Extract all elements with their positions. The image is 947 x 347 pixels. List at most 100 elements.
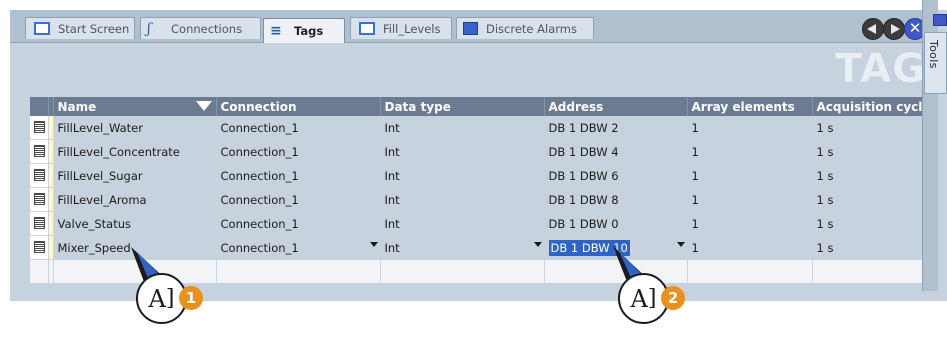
cell-data-type[interactable]: Int bbox=[380, 163, 545, 188]
cell-connection[interactable]: Connection_1 bbox=[216, 139, 381, 164]
table-row[interactable]: Valve_Status Connection_1 Int DB 1 DBW 0… bbox=[30, 211, 933, 236]
tab-label: Discrete Alarms bbox=[486, 21, 577, 36]
cell-name[interactable]: FillLevel_Sugar bbox=[53, 163, 217, 188]
dropdown-value: Int bbox=[384, 240, 400, 255]
column-header-array-elements[interactable]: Array elements bbox=[687, 97, 813, 116]
chevron-down-icon[interactable] bbox=[533, 242, 542, 247]
step-badge: 1 bbox=[179, 286, 203, 310]
cell-data-type[interactable]: Int bbox=[380, 187, 545, 212]
cell-array-elements[interactable]: 1 bbox=[687, 139, 813, 164]
cell-acquisition-cycle[interactable]: 1 s bbox=[812, 116, 933, 140]
chevron-down-icon[interactable] bbox=[369, 242, 378, 247]
chevron-down-icon[interactable] bbox=[676, 242, 685, 247]
empty-cell bbox=[30, 259, 49, 284]
table-row[interactable]: FillLevel_Water Connection_1 Int DB 1 DB… bbox=[30, 116, 933, 140]
connections-icon: ʃ bbox=[147, 20, 151, 37]
sort-descending-icon[interactable] bbox=[195, 101, 212, 111]
cell-data-type[interactable]: Int bbox=[380, 139, 545, 164]
cell-name[interactable]: FillLevel_Aroma bbox=[53, 187, 217, 212]
cell-address[interactable]: DB 1 DBW 6 bbox=[544, 163, 688, 188]
cell-name[interactable]: FillLevel_Water bbox=[53, 116, 217, 140]
table-row[interactable]: FillLevel_Sugar Connection_1 Int DB 1 DB… bbox=[30, 163, 933, 188]
column-header-label: Name bbox=[57, 99, 97, 114]
tab-tags[interactable]: ≡ Tags bbox=[263, 18, 345, 43]
cell-acquisition-cycle[interactable]: 1 s bbox=[812, 163, 933, 188]
tools-label: Tools bbox=[927, 40, 940, 69]
cell-acquisition-cycle[interactable]: 1 s bbox=[812, 211, 933, 236]
cell-acquisition-cycle[interactable]: 1 s bbox=[812, 139, 933, 164]
step-badge: 2 bbox=[661, 286, 685, 310]
tab-label: Tags bbox=[294, 24, 324, 38]
next-tab-button[interactable] bbox=[883, 18, 905, 40]
address-value-selected[interactable]: DB 1 DBW 10 bbox=[548, 239, 630, 256]
table-row[interactable]: FillLevel_Aroma Connection_1 Int DB 1 DB… bbox=[30, 187, 933, 212]
cell-connection[interactable]: Connection_1 bbox=[216, 163, 381, 188]
cell-connection[interactable]: Connection_1 bbox=[216, 187, 381, 212]
table-row[interactable]: FillLevel_Concentrate Connection_1 Int D… bbox=[30, 139, 933, 164]
cell-name[interactable]: Valve_Status bbox=[53, 211, 217, 236]
cell-name[interactable]: Mixer_Speed bbox=[53, 235, 217, 260]
alarm-icon bbox=[463, 22, 478, 35]
cell-connection[interactable]: Connection_1 bbox=[216, 116, 381, 140]
dropdown-value: Connection_1 bbox=[220, 240, 299, 255]
row-handle[interactable] bbox=[30, 211, 49, 236]
screen-icon bbox=[359, 22, 375, 35]
column-header-name[interactable]: Name bbox=[53, 97, 217, 116]
table-row-editing[interactable]: Mixer_Speed Connection_1 Int DB 1 DBW 10… bbox=[30, 235, 933, 260]
empty-cell[interactable] bbox=[380, 259, 545, 284]
dropdown-value: 1 s bbox=[816, 240, 834, 255]
empty-cell[interactable] bbox=[687, 259, 813, 284]
cell-name[interactable]: FillLevel_Concentrate bbox=[53, 139, 217, 164]
tab-discrete-alarms[interactable]: Discrete Alarms bbox=[456, 17, 594, 39]
tab-label: Connections bbox=[171, 21, 243, 36]
acquisition-cycle-dropdown[interactable]: 1 s bbox=[812, 235, 933, 260]
row-handle-header bbox=[30, 97, 49, 116]
row-handle[interactable] bbox=[30, 235, 49, 260]
cell-data-type[interactable]: Int bbox=[380, 211, 545, 236]
cell-array-elements[interactable]: 1 bbox=[687, 187, 813, 212]
tags-table: Name Connection Data type Address Array … bbox=[30, 97, 933, 284]
cell-address[interactable]: DB 1 DBW 0 bbox=[544, 211, 688, 236]
cell-array-elements[interactable]: 1 bbox=[687, 116, 813, 140]
empty-cell[interactable] bbox=[53, 259, 217, 284]
column-header-connection[interactable]: Connection bbox=[216, 97, 381, 116]
cell-array-elements[interactable]: 1 bbox=[687, 235, 813, 260]
cell-connection[interactable]: Connection_1 bbox=[216, 211, 381, 236]
tab-fill-levels[interactable]: Fill_Levels bbox=[350, 17, 452, 39]
empty-cell[interactable] bbox=[812, 259, 933, 284]
cell-array-elements[interactable]: 1 bbox=[687, 163, 813, 188]
tab-start-screen[interactable]: Start Screen bbox=[25, 17, 135, 39]
row-handle[interactable] bbox=[30, 139, 49, 164]
previous-tab-button[interactable] bbox=[862, 18, 884, 40]
table-header-row: Name Connection Data type Address Array … bbox=[30, 97, 933, 116]
cell-acquisition-cycle[interactable]: 1 s bbox=[812, 187, 933, 212]
tab-connections[interactable]: ʃ Connections bbox=[140, 17, 261, 39]
close-icon: ✕ bbox=[908, 19, 922, 37]
data-type-dropdown[interactable]: Int bbox=[380, 235, 545, 260]
cell-address[interactable]: DB 1 DBW 2 bbox=[544, 116, 688, 140]
row-handle[interactable] bbox=[30, 116, 49, 140]
address-dropdown[interactable]: DB 1 DBW 10 bbox=[544, 235, 688, 260]
tags-icon: ≡ bbox=[270, 23, 282, 39]
connection-dropdown[interactable]: Connection_1 bbox=[216, 235, 381, 260]
callout-glyph: A bbox=[148, 284, 166, 313]
tab-label: Fill_Levels bbox=[383, 21, 441, 36]
cell-address[interactable]: DB 1 DBW 4 bbox=[544, 139, 688, 164]
tag-row-icon bbox=[34, 169, 45, 181]
column-header-data-type[interactable]: Data type bbox=[380, 97, 545, 116]
cell-array-elements[interactable]: 1 bbox=[687, 211, 813, 236]
callout-glyph: A bbox=[630, 284, 648, 313]
pin-icon[interactable] bbox=[933, 14, 947, 26]
tag-row-icon bbox=[34, 145, 45, 157]
tag-row-icon bbox=[34, 217, 45, 229]
tags-editor-window: Start Screen ʃ Connections ≡ Tags Fill_L… bbox=[10, 10, 947, 301]
column-header-acquisition-cycle[interactable]: Acquisition cycle bbox=[812, 97, 933, 116]
row-handle[interactable] bbox=[30, 187, 49, 212]
empty-cell[interactable] bbox=[216, 259, 381, 284]
column-header-address[interactable]: Address bbox=[544, 97, 688, 116]
editor-tab-bar: Start Screen ʃ Connections ≡ Tags Fill_L… bbox=[10, 10, 932, 43]
empty-cell[interactable] bbox=[544, 259, 688, 284]
row-handle[interactable] bbox=[30, 163, 49, 188]
cell-data-type[interactable]: Int bbox=[380, 116, 545, 140]
cell-address[interactable]: DB 1 DBW 8 bbox=[544, 187, 688, 212]
